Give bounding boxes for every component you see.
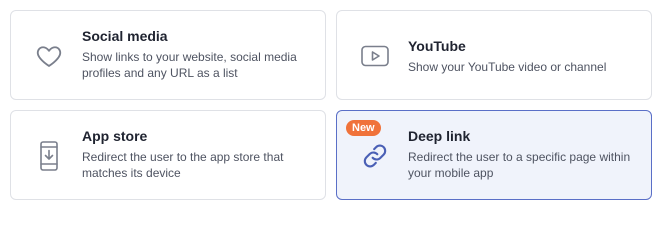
card-description: Show links to your website, social media… bbox=[82, 50, 297, 80]
link-icon bbox=[359, 140, 391, 172]
youtube-play-icon bbox=[359, 40, 391, 72]
card-app-store[interactable]: App store Redirect the user to the app s… bbox=[10, 110, 326, 200]
card-title: Deep link bbox=[408, 128, 471, 144]
new-badge: New bbox=[346, 120, 381, 136]
mobile-download-icon bbox=[33, 140, 65, 172]
card-description: Redirect the user to the app store that … bbox=[82, 150, 284, 180]
card-title: App store bbox=[82, 128, 148, 144]
card-deep-link[interactable]: New Deep link Redirect the user to a spe… bbox=[336, 110, 652, 200]
card-title: YouTube bbox=[408, 38, 466, 54]
card-description: Redirect the user to a specific page wit… bbox=[408, 150, 631, 180]
qr-type-grid: Social media Show links to your website,… bbox=[0, 0, 662, 210]
card-youtube[interactable]: YouTube Show your YouTube video or chann… bbox=[336, 10, 652, 100]
card-description: Show your YouTube video or channel bbox=[408, 60, 607, 74]
card-title: Social media bbox=[82, 28, 168, 44]
card-social-media[interactable]: Social media Show links to your website,… bbox=[10, 10, 326, 100]
heart-icon bbox=[33, 40, 65, 72]
